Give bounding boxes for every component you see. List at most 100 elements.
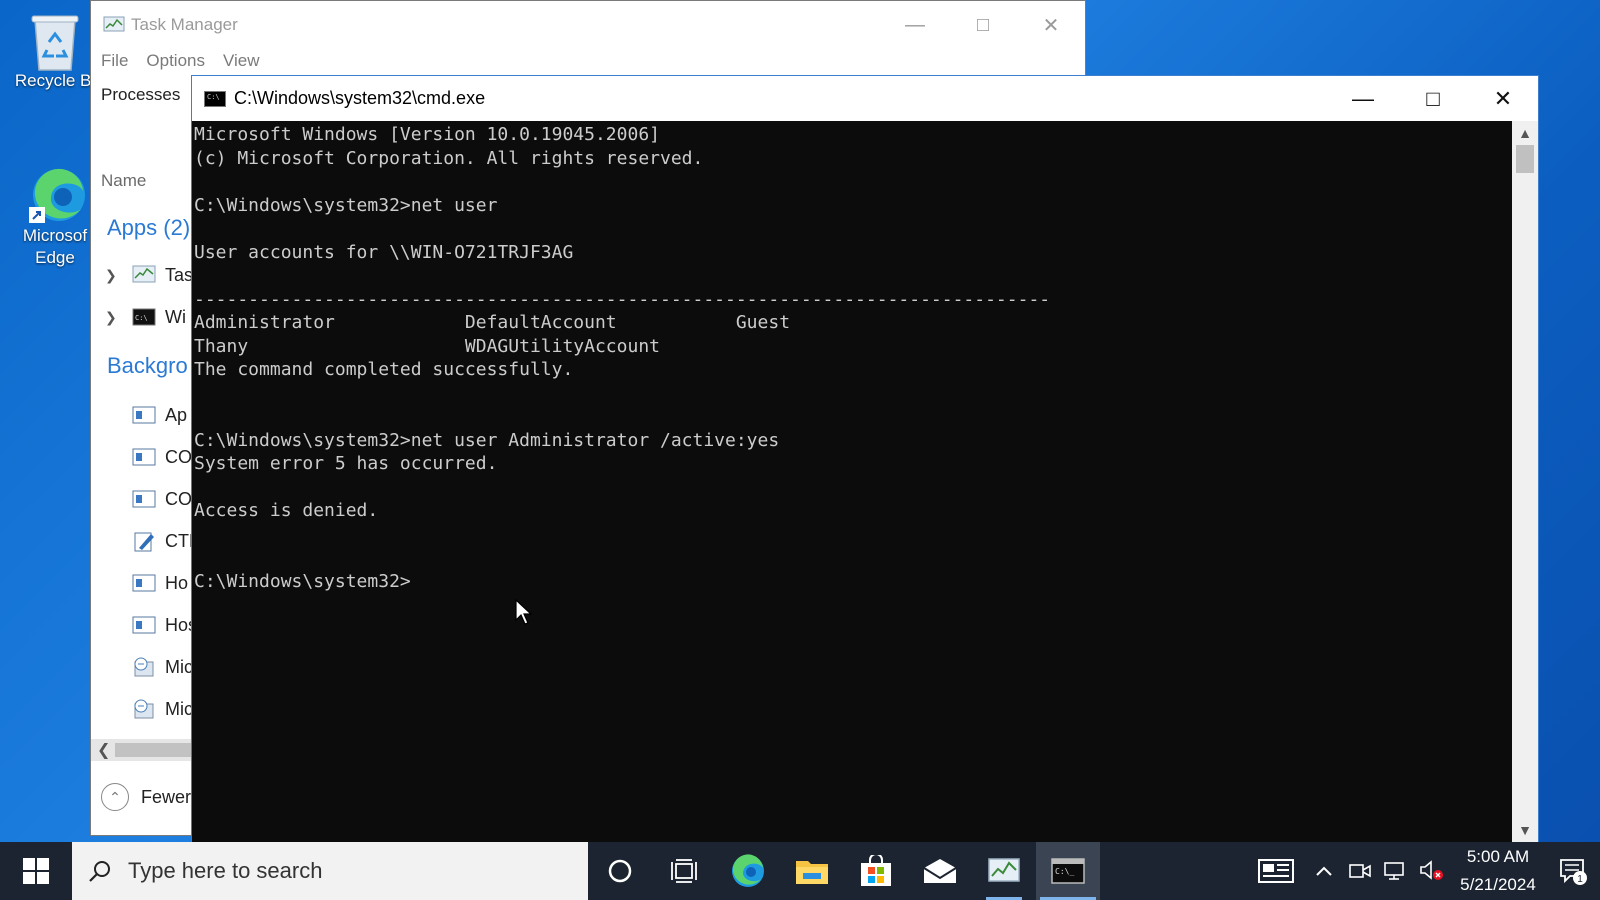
process-row[interactable]: Mic bbox=[105, 649, 193, 685]
process-row[interactable]: CTF bbox=[105, 523, 200, 559]
menu-file[interactable]: File bbox=[101, 51, 128, 71]
volume-button[interactable] bbox=[1414, 842, 1450, 900]
installer-icon bbox=[134, 699, 154, 719]
process-row[interactable]: ❯ Tas bbox=[105, 257, 193, 293]
chevron-up-icon bbox=[1316, 866, 1332, 876]
window-icon bbox=[132, 490, 156, 508]
file-explorer-button[interactable] bbox=[780, 842, 844, 900]
meet-now-button[interactable] bbox=[1342, 842, 1378, 900]
task-view-button[interactable] bbox=[652, 842, 716, 900]
mouse-cursor-icon bbox=[515, 598, 533, 625]
console-output[interactable]: Microsoft Windows [Version 10.0.19045.20… bbox=[192, 121, 1512, 842]
clock-date: 5/21/2024 bbox=[1460, 875, 1536, 894]
microsoft-store-button[interactable] bbox=[844, 842, 908, 900]
mail-button[interactable] bbox=[908, 842, 972, 900]
taskbar-search-box[interactable]: Type here to search bbox=[72, 842, 588, 900]
process-row[interactable]: Mic bbox=[105, 691, 193, 727]
process-label: Mic bbox=[165, 656, 193, 677]
task-manager-icon bbox=[988, 858, 1020, 882]
chevron-right-icon[interactable]: ❯ bbox=[105, 267, 127, 284]
cmd-icon: C:\_ bbox=[1051, 858, 1085, 884]
console-line: Administrator DefaultAccount Guest bbox=[194, 312, 791, 333]
edge-desktop-icon[interactable]: Microsof Edge bbox=[12, 165, 98, 269]
scrollbar-thumb[interactable] bbox=[1516, 145, 1534, 173]
search-placeholder: Type here to search bbox=[128, 858, 323, 883]
cmd-titlebar[interactable]: C:\Windows\system32\cmd.exe — □ ✕ bbox=[192, 76, 1538, 121]
scroll-up-icon[interactable]: ▲ bbox=[1512, 121, 1538, 145]
file-explorer-icon bbox=[796, 861, 828, 884]
cmd-close-button[interactable]: ✕ bbox=[1468, 76, 1538, 121]
process-row[interactable]: ❯ C:\ Wi bbox=[105, 299, 186, 335]
fewer-details-label: Fewer bbox=[141, 786, 192, 807]
system-tray: 5:00 AM 5/21/2024 1 bbox=[1246, 842, 1600, 900]
tab-processes[interactable]: Processes bbox=[101, 85, 180, 105]
console-line: C:\Windows\system32> bbox=[194, 570, 411, 592]
edge-icon bbox=[732, 854, 764, 887]
menu-options[interactable]: Options bbox=[146, 51, 205, 71]
process-label: CO bbox=[165, 446, 192, 467]
taskbar-task-manager-button[interactable] bbox=[972, 842, 1036, 900]
installer-icon bbox=[134, 657, 154, 677]
recycle-bin-desktop-icon[interactable]: Recycle Bi bbox=[12, 10, 98, 92]
process-row[interactable]: Ap bbox=[105, 397, 187, 433]
taskbar-edge-button[interactable] bbox=[716, 842, 780, 900]
search-icon bbox=[89, 861, 110, 882]
recycle-bin-icon bbox=[27, 10, 83, 71]
cortana-button[interactable] bbox=[588, 842, 652, 900]
tm-minimize-button[interactable]: — bbox=[881, 1, 949, 49]
network-icon bbox=[1384, 862, 1404, 880]
tm-close-button[interactable]: ✕ bbox=[1017, 1, 1085, 49]
scroll-down-icon[interactable]: ▼ bbox=[1512, 818, 1538, 842]
menu-view[interactable]: View bbox=[223, 51, 260, 71]
process-label: CO bbox=[165, 488, 192, 509]
process-row[interactable]: Ho bbox=[105, 565, 188, 601]
show-hidden-icons-button[interactable] bbox=[1306, 842, 1342, 900]
recycle-bin-label: Recycle Bi bbox=[14, 71, 96, 90]
cmd-title: C:\Windows\system32\cmd.exe bbox=[234, 88, 486, 108]
horizontal-scrollbar[interactable]: ❮ bbox=[91, 739, 191, 761]
process-row[interactable]: Hos bbox=[105, 607, 197, 643]
console-line: C:\Windows\system32>net user Administrat… bbox=[194, 429, 780, 451]
cmd-minimize-button[interactable]: — bbox=[1328, 76, 1398, 121]
start-button[interactable] bbox=[0, 842, 72, 900]
group-background: Backgro bbox=[107, 353, 188, 378]
process-label: Wi bbox=[165, 306, 186, 327]
taskbar-cmd-button[interactable]: C:\_ bbox=[1036, 842, 1100, 900]
news-widget-button[interactable] bbox=[1246, 842, 1306, 900]
notification-count: 1 bbox=[1577, 874, 1583, 885]
scroll-left-icon[interactable]: ❮ bbox=[97, 740, 110, 760]
edge-icon bbox=[27, 165, 85, 223]
tm-maximize-button[interactable]: □ bbox=[949, 1, 1017, 49]
console-line: The command completed successfully. bbox=[194, 359, 574, 380]
vertical-scrollbar[interactable]: ▲ ▼ bbox=[1512, 121, 1538, 842]
cmd-window[interactable]: C:\Windows\system32\cmd.exe — □ ✕ Micros… bbox=[191, 75, 1539, 843]
chevron-up-icon: ⌃ bbox=[101, 783, 129, 811]
process-row[interactable]: CO bbox=[105, 439, 192, 475]
column-header-name[interactable]: Name bbox=[101, 171, 146, 191]
cmd-icon bbox=[204, 90, 226, 107]
task-manager-icon bbox=[103, 16, 125, 32]
windows-logo-icon bbox=[23, 858, 49, 884]
window-icon bbox=[132, 406, 156, 424]
notepad-pen-icon bbox=[134, 532, 154, 552]
video-camera-icon bbox=[1349, 864, 1371, 878]
clock[interactable]: 5:00 AM 5/21/2024 bbox=[1450, 843, 1546, 899]
network-button[interactable] bbox=[1378, 842, 1414, 900]
window-icon bbox=[132, 616, 156, 634]
fewer-details-button[interactable]: ⌃ Fewer bbox=[101, 783, 191, 811]
console-line: User accounts for \\WIN-O721TRJF3AG bbox=[194, 241, 574, 263]
tm-menubar: File Options View bbox=[101, 51, 260, 71]
process-row[interactable]: CO bbox=[105, 481, 192, 517]
chevron-right-icon[interactable]: ❯ bbox=[105, 309, 127, 326]
scrollbar-thumb[interactable] bbox=[115, 743, 191, 757]
store-icon bbox=[861, 855, 891, 886]
action-center-button[interactable]: 1 bbox=[1546, 842, 1600, 900]
volume-muted-icon bbox=[1420, 860, 1443, 880]
cmd-maximize-button[interactable]: □ bbox=[1398, 76, 1468, 121]
console-line: Thany WDAGUtilityAccount bbox=[194, 335, 660, 357]
cortana-icon bbox=[608, 859, 632, 883]
